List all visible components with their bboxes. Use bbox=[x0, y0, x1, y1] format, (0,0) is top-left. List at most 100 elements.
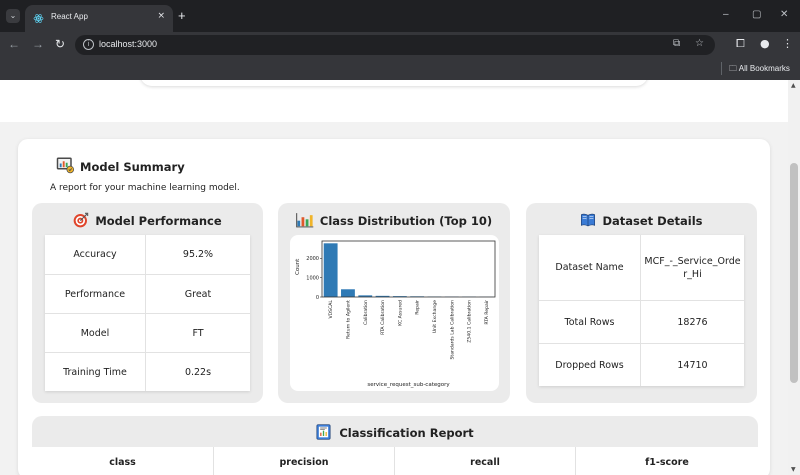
x-tick-label: RTA Calibration bbox=[380, 300, 386, 335]
dataset-field-label: Dropped Rows bbox=[539, 344, 641, 386]
forward-arrow-icon[interactable]: → bbox=[32, 37, 44, 51]
metric-label: Training Time bbox=[45, 353, 146, 391]
class-distribution-heading: Class Distribution (Top 10) bbox=[278, 212, 510, 228]
tab-close-icon[interactable]: × bbox=[157, 11, 165, 21]
y-tick-label: 0 bbox=[316, 295, 319, 301]
model-performance-panel: Model Performance Accuracy 95.2% Perform… bbox=[32, 203, 263, 403]
bar-chart-icon bbox=[296, 213, 314, 228]
classification-report-title: Classification Report bbox=[339, 426, 474, 440]
url-text: localhost:3000 bbox=[99, 39, 158, 49]
dataset-table: Dataset Name MCF_-_Service_Order_Hi Tota… bbox=[539, 235, 744, 386]
install-app-icon[interactable]: ⧉ bbox=[673, 38, 680, 49]
classification-report-panel: Classification Report class precision re… bbox=[32, 416, 758, 475]
column-header-recall: recall bbox=[395, 447, 576, 475]
dataset-details-title: Dataset Details bbox=[602, 214, 703, 228]
x-tick-label: VDSCAL bbox=[328, 300, 334, 319]
column-header-class: class bbox=[32, 447, 214, 475]
minimize-button[interactable]: – bbox=[723, 9, 729, 20]
y-tick-label: 2000 bbox=[306, 256, 319, 262]
page-scrollbar[interactable]: ▲ ▼ bbox=[788, 80, 800, 475]
metric-value: 0.22s bbox=[184, 366, 212, 378]
x-tick-label: Repair bbox=[415, 300, 421, 315]
scrollbar-thumb[interactable] bbox=[790, 163, 798, 383]
y-tick-label: 1000 bbox=[306, 275, 319, 281]
table-row: Model FT bbox=[45, 313, 250, 352]
bookmarks-divider bbox=[721, 62, 722, 75]
classification-report-header-row: class precision recall f1-score bbox=[32, 447, 758, 475]
react-logo-icon bbox=[33, 14, 44, 23]
class-distribution-panel: Class Distribution (Top 10) 0 1000 2000 VD… bbox=[278, 203, 510, 403]
model-performance-heading: Model Performance bbox=[32, 212, 263, 228]
dataset-field-value: MCF_-_Service_Order_Hi bbox=[644, 255, 741, 280]
metric-value: 95.2% bbox=[182, 249, 214, 260]
page-viewport: Model Summary A report for your machine … bbox=[0, 80, 788, 475]
bar-chart: 0 1000 2000 VDSCAL Return to Agilent Calibra… bbox=[295, 240, 496, 388]
performance-table: Accuracy 95.2% Performance Great Model F… bbox=[45, 235, 250, 391]
table-row: Total Rows 18276 bbox=[539, 300, 744, 343]
x-tick-label: Return to Agilent bbox=[345, 300, 351, 339]
bar-vdscal bbox=[323, 243, 338, 297]
x-tick-label: Z540.1 Calibration bbox=[467, 300, 473, 343]
summary-title: Model Summary bbox=[80, 160, 185, 174]
tab-title: React App bbox=[51, 12, 88, 21]
summary-subtitle: A report for your machine learning model… bbox=[50, 183, 240, 193]
metric-label: Accuracy bbox=[45, 235, 146, 274]
dataset-field-label: Total Rows bbox=[539, 301, 641, 343]
book-icon bbox=[581, 213, 596, 227]
scroll-up-arrow-icon[interactable]: ▲ bbox=[791, 82, 796, 89]
y-axis-label: Count bbox=[295, 258, 301, 275]
classification-report-heading: Classification Report bbox=[32, 424, 758, 440]
reload-icon[interactable]: ↻ bbox=[55, 37, 65, 51]
x-axis-label: service_request_sub-category bbox=[367, 382, 450, 388]
back-arrow-icon[interactable]: ← bbox=[8, 37, 20, 51]
metric-value: Great bbox=[184, 288, 212, 300]
browser-tab[interactable]: React App × bbox=[25, 5, 173, 32]
site-info-icon[interactable]: i bbox=[83, 39, 94, 50]
dataset-details-heading: Dataset Details bbox=[526, 212, 757, 228]
all-bookmarks-button[interactable]: 🗀 All Bookmarks bbox=[729, 63, 790, 77]
browser-menu-icon[interactable]: ⋮ bbox=[782, 37, 793, 50]
bookmark-star-icon[interactable]: ☆ bbox=[695, 38, 704, 49]
x-tick-label: Unit Exchange bbox=[432, 300, 438, 333]
dataset-details-panel: Dataset Details Dataset Name MCF_-_Servi… bbox=[526, 203, 757, 403]
bar-return-to-agilent bbox=[341, 289, 355, 297]
all-bookmarks-label: All Bookmarks bbox=[738, 64, 790, 73]
target-icon bbox=[73, 212, 89, 228]
class-distribution-title: Class Distribution (Top 10) bbox=[319, 214, 493, 228]
x-tick-label: Calibration bbox=[363, 300, 369, 325]
chart-plot-frame bbox=[321, 240, 496, 298]
upper-card bbox=[140, 80, 648, 86]
extensions-icon[interactable]: ⧠ bbox=[736, 37, 745, 51]
close-window-button[interactable]: ✕ bbox=[780, 9, 788, 20]
column-header-f1-score: f1-score bbox=[645, 456, 689, 468]
report-document-icon bbox=[316, 424, 331, 440]
dataset-field-value: 14710 bbox=[677, 359, 708, 371]
folder-icon: 🗀 bbox=[729, 64, 737, 73]
class-distribution-chart: 0 1000 2000 VDSCAL Return to Agilent Calibra… bbox=[290, 235, 499, 391]
bookmarks-bar: 🗀 All Bookmarks bbox=[0, 58, 800, 80]
x-tick-label: Standards Lab Calibration bbox=[449, 300, 455, 360]
table-row: Training Time 0.22s bbox=[45, 352, 250, 391]
maximize-button[interactable]: ▢ bbox=[752, 9, 761, 20]
address-bar[interactable]: i localhost:3000 ⧉ ☆ bbox=[75, 35, 715, 55]
dataset-field-value: 18276 bbox=[677, 316, 708, 328]
scroll-down-arrow-icon[interactable]: ▼ bbox=[791, 466, 796, 473]
tab-search-button[interactable]: ⌄ bbox=[6, 9, 20, 23]
profile-icon[interactable]: ● bbox=[760, 37, 770, 50]
table-row: Accuracy 95.2% bbox=[45, 235, 250, 274]
metric-value: FT bbox=[192, 327, 204, 339]
table-row: Dataset Name MCF_-_Service_Order_Hi bbox=[539, 235, 744, 300]
metric-label: Performance bbox=[45, 275, 146, 313]
browser-toolbar: ← → ↻ i localhost:3000 ⧉ ☆ ⧠ ● ⋮ bbox=[0, 32, 800, 58]
x-tick-label: RTA Repair bbox=[484, 300, 490, 325]
report-chart-icon bbox=[56, 157, 74, 174]
upper-section bbox=[0, 80, 788, 122]
metric-label: Model bbox=[45, 314, 146, 352]
x-tick-label: KC Assured bbox=[397, 300, 403, 326]
table-row: Performance Great bbox=[45, 274, 250, 313]
table-row: Dropped Rows 14710 bbox=[539, 343, 744, 386]
dataset-field-label: Dataset Name bbox=[539, 235, 641, 300]
new-tab-button[interactable]: + bbox=[178, 8, 186, 23]
column-header-precision: precision bbox=[214, 447, 395, 475]
browser-tab-bar: ⌄ React App × + – ▢ ✕ bbox=[0, 0, 800, 32]
